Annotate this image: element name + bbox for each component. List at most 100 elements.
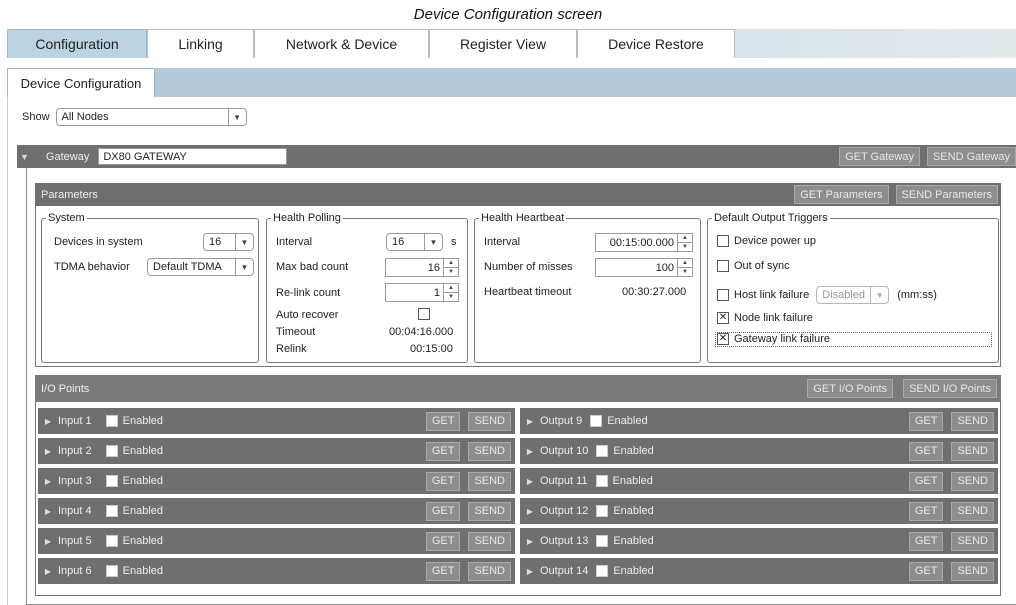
node-link-failure-checkbox[interactable]: ✕: [717, 312, 729, 324]
auto-recover-checkbox[interactable]: [418, 308, 430, 320]
send-button[interactable]: SEND: [468, 441, 511, 461]
enabled-checkbox[interactable]: [590, 415, 603, 427]
enabled-option[interactable]: Enabled: [596, 505, 654, 517]
get-button[interactable]: GET: [425, 471, 461, 491]
out-of-sync-option[interactable]: Out of sync: [717, 260, 790, 272]
host-link-failure-option[interactable]: Host link failure Disabled ▼ (mm:ss): [717, 286, 937, 304]
chevron-right-icon[interactable]: ▶: [520, 507, 540, 516]
get-button[interactable]: GET: [425, 441, 461, 461]
chevron-down-icon[interactable]: ▼: [20, 152, 29, 162]
enabled-option[interactable]: Enabled: [595, 475, 653, 487]
send-button[interactable]: SEND: [468, 471, 511, 491]
get-io-points-button[interactable]: GET I/O Points: [807, 379, 894, 398]
get-button[interactable]: GET: [908, 561, 944, 581]
spinner-arrows-icon[interactable]: ▲ ▼: [443, 259, 458, 276]
chevron-right-icon[interactable]: ▶: [520, 447, 540, 456]
tdma-behavior-select[interactable]: Default TDMA ▼: [147, 258, 254, 276]
tab-configuration[interactable]: Configuration: [7, 29, 147, 58]
spinner-arrows-icon[interactable]: ▲ ▼: [677, 259, 692, 276]
tab-device-restore[interactable]: Device Restore: [577, 29, 735, 58]
gateway-name-input[interactable]: [98, 148, 288, 165]
enabled-option[interactable]: Enabled: [596, 445, 654, 457]
tab-device-configuration[interactable]: Device Configuration: [7, 68, 155, 97]
get-button[interactable]: GET: [908, 441, 944, 461]
relink-count-spinner[interactable]: 1 ▲ ▼: [385, 283, 459, 302]
enabled-option[interactable]: Enabled: [596, 565, 654, 577]
send-io-points-button[interactable]: SEND I/O Points: [903, 379, 997, 398]
number-of-misses-spinner[interactable]: 100 ▲ ▼: [595, 258, 693, 277]
show-select[interactable]: All Nodes ▼: [55, 108, 247, 126]
enabled-option[interactable]: Enabled: [105, 475, 164, 487]
enabled-option[interactable]: Enabled: [105, 445, 163, 457]
send-button[interactable]: SEND: [951, 501, 994, 521]
tab-register-view[interactable]: Register View: [429, 29, 577, 58]
get-button[interactable]: GET: [908, 501, 944, 521]
enabled-checkbox[interactable]: [105, 535, 118, 547]
spinner-arrows-icon[interactable]: ▲ ▼: [677, 234, 692, 251]
chevron-right-icon[interactable]: ▶: [520, 417, 540, 426]
get-button[interactable]: GET: [425, 501, 461, 521]
enabled-checkbox[interactable]: [596, 565, 609, 577]
device-power-up-checkbox[interactable]: [717, 235, 729, 247]
enabled-checkbox[interactable]: [596, 535, 609, 547]
get-button[interactable]: GET: [908, 531, 944, 551]
get-button[interactable]: GET: [908, 411, 944, 431]
chevron-right-icon[interactable]: ▶: [38, 507, 58, 516]
send-button[interactable]: SEND: [468, 531, 511, 551]
send-button[interactable]: SEND: [951, 411, 994, 431]
host-link-failure-checkbox[interactable]: [717, 289, 729, 301]
send-button[interactable]: SEND: [468, 561, 511, 581]
enabled-checkbox[interactable]: [105, 475, 118, 487]
send-button[interactable]: SEND: [951, 561, 994, 581]
send-button[interactable]: SEND: [951, 441, 994, 461]
heartbeat-interval-spinner[interactable]: 00:15:00.000 ▲ ▼: [595, 233, 693, 252]
chevron-right-icon[interactable]: ▶: [520, 537, 540, 546]
tab-linking[interactable]: Linking: [147, 29, 254, 58]
enabled-checkbox[interactable]: [595, 475, 608, 487]
enabled-option[interactable]: Enabled: [590, 415, 648, 427]
enabled-option[interactable]: Enabled: [105, 535, 163, 547]
gateway-link-failure-option[interactable]: ✕ Gateway link failure: [717, 333, 830, 345]
enabled-option[interactable]: Enabled: [596, 535, 654, 547]
get-gateway-button[interactable]: GET Gateway: [839, 147, 920, 166]
enabled-checkbox[interactable]: [596, 505, 609, 517]
gateway-link-failure-checkbox[interactable]: ✕: [717, 333, 729, 345]
send-button[interactable]: SEND: [951, 531, 994, 551]
max-bad-count-spinner[interactable]: 16 ▲ ▼: [385, 258, 459, 277]
get-button[interactable]: GET: [908, 471, 944, 491]
enabled-checkbox[interactable]: [596, 445, 609, 457]
get-button[interactable]: GET: [425, 531, 461, 551]
chevron-right-icon[interactable]: ▶: [520, 567, 540, 576]
device-power-up-option[interactable]: Device power up: [717, 235, 816, 247]
enabled-label: Enabled: [122, 475, 164, 487]
spinner-arrows-icon[interactable]: ▲ ▼: [443, 284, 458, 301]
chevron-right-icon[interactable]: ▶: [38, 417, 58, 426]
send-parameters-button[interactable]: SEND Parameters: [895, 185, 998, 204]
send-button[interactable]: SEND: [468, 411, 511, 431]
chevron-right-icon[interactable]: ▶: [38, 567, 58, 576]
send-button[interactable]: SEND: [468, 501, 511, 521]
node-link-failure-option[interactable]: ✕ Node link failure: [717, 312, 813, 324]
enabled-option[interactable]: Enabled: [105, 415, 163, 427]
get-button[interactable]: GET: [425, 561, 461, 581]
send-gateway-button[interactable]: SEND Gateway: [926, 147, 1016, 166]
devices-in-system-select[interactable]: 16 ▼: [203, 233, 254, 251]
chevron-right-icon[interactable]: ▶: [38, 537, 58, 546]
enabled-option[interactable]: Enabled: [105, 505, 163, 517]
enabled-checkbox[interactable]: [105, 565, 118, 577]
enabled-option[interactable]: Enabled: [105, 565, 163, 577]
polling-interval-select[interactable]: 16 ▼: [386, 233, 443, 251]
enabled-checkbox[interactable]: [105, 445, 118, 457]
tab-network-device[interactable]: Network & Device: [254, 29, 429, 58]
heartbeat-timeout-label: Heartbeat timeout: [484, 286, 572, 298]
send-button[interactable]: SEND: [951, 471, 994, 491]
enabled-checkbox[interactable]: [105, 415, 118, 427]
get-button[interactable]: GET: [425, 411, 461, 431]
chevron-right-icon[interactable]: ▶: [520, 477, 540, 486]
chevron-right-icon[interactable]: ▶: [38, 447, 58, 456]
get-parameters-button[interactable]: GET Parameters: [794, 185, 889, 204]
enabled-checkbox[interactable]: [105, 505, 118, 517]
out-of-sync-checkbox[interactable]: [717, 260, 729, 272]
host-link-failure-select[interactable]: Disabled ▼: [816, 286, 890, 304]
chevron-right-icon[interactable]: ▶: [38, 477, 58, 486]
